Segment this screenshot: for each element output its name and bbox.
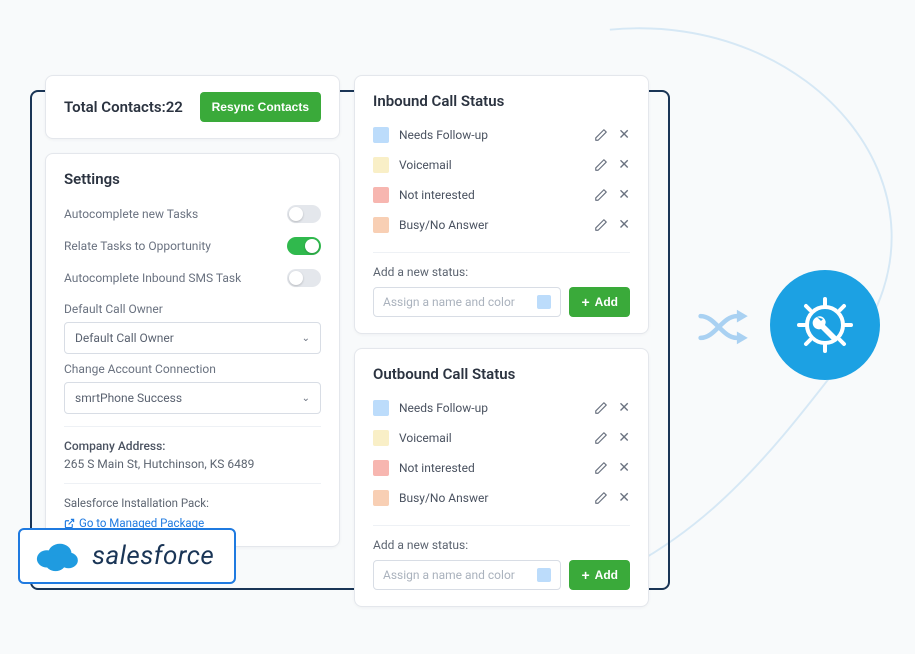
company-address-value: 265 S Main St, Hutchinson, KS 6489 [64, 457, 321, 471]
inbound-title: Inbound Call Status [373, 92, 630, 110]
edit-icon[interactable] [594, 128, 608, 142]
status-label: Busy/No Answer [399, 218, 488, 232]
external-link-icon [64, 518, 75, 529]
outbound-status-row: Needs Follow-up ✕ [373, 393, 630, 423]
gear-badge [770, 270, 880, 380]
setting-toggle-row: Autocomplete new Tasks [64, 198, 321, 230]
delete-icon[interactable]: ✕ [618, 401, 630, 415]
status-label: Busy/No Answer [399, 491, 488, 505]
toggle-switch[interactable] [287, 269, 321, 287]
delete-icon[interactable]: ✕ [618, 218, 630, 232]
color-swatch-icon[interactable] [537, 295, 551, 309]
outbound-add-button[interactable]: + Add [569, 560, 630, 590]
chevron-down-icon: ⌄ [302, 393, 310, 404]
outbound-status-row: Voicemail ✕ [373, 423, 630, 453]
delete-icon[interactable]: ✕ [618, 188, 630, 202]
inbound-add-label: Add a new status: [373, 265, 630, 279]
default-owner-select[interactable]: Default Call Owner ⌄ [64, 322, 321, 354]
status-color-swatch [373, 490, 389, 506]
inbound-add-button[interactable]: + Add [569, 287, 630, 317]
salesforce-cloud-icon [34, 540, 80, 572]
outbound-title: Outbound Call Status [373, 365, 630, 383]
setting-label: Relate Tasks to Opportunity [64, 239, 211, 253]
setting-label: Autocomplete new Tasks [64, 207, 198, 221]
status-color-swatch [373, 430, 389, 446]
edit-icon[interactable] [594, 491, 608, 505]
status-label: Voicemail [399, 431, 452, 445]
status-label: Needs Follow-up [399, 128, 488, 142]
sync-shuffle-icon [697, 305, 755, 349]
delete-icon[interactable]: ✕ [618, 431, 630, 445]
edit-icon[interactable] [594, 158, 608, 172]
settings-title: Settings [64, 170, 321, 188]
plus-icon: + [581, 295, 589, 309]
chevron-down-icon: ⌄ [302, 333, 310, 344]
toggle-switch[interactable] [287, 205, 321, 223]
edit-icon[interactable] [594, 461, 608, 475]
outbound-add-label: Add a new status: [373, 538, 630, 552]
divider [64, 483, 321, 484]
company-address-label: Company Address: [64, 439, 321, 453]
status-color-swatch [373, 157, 389, 173]
status-label: Voicemail [399, 158, 452, 172]
setting-label: Autocomplete Inbound SMS Task [64, 271, 241, 285]
toggle-switch[interactable] [287, 237, 321, 255]
default-owner-label: Default Call Owner [64, 302, 321, 316]
outbound-status-row: Not interested ✕ [373, 453, 630, 483]
resync-contacts-button[interactable]: Resync Contacts [200, 92, 321, 122]
inbound-status-row: Busy/No Answer ✕ [373, 210, 630, 240]
status-label: Not interested [399, 188, 475, 202]
delete-icon[interactable]: ✕ [618, 461, 630, 475]
status-color-swatch [373, 400, 389, 416]
install-pack-label: Salesforce Installation Pack: [64, 496, 209, 510]
delete-icon[interactable]: ✕ [618, 491, 630, 505]
gear-wrench-icon [793, 293, 857, 357]
account-connection-label: Change Account Connection [64, 362, 321, 376]
divider [373, 252, 630, 253]
total-contacts-label: Total Contacts:22 [64, 98, 183, 116]
contacts-card: Total Contacts:22 Resync Contacts [45, 75, 340, 139]
edit-icon[interactable] [594, 401, 608, 415]
divider [373, 525, 630, 526]
outbound-status-row: Busy/No Answer ✕ [373, 483, 630, 513]
setting-toggle-row: Autocomplete Inbound SMS Task [64, 262, 321, 294]
status-color-swatch [373, 217, 389, 233]
outbound-add-input[interactable]: Assign a name and color [373, 560, 561, 590]
account-connection-select[interactable]: smrtPhone Success ⌄ [64, 382, 321, 414]
inbound-status-card: Inbound Call Status Needs Follow-up ✕ Vo… [354, 75, 649, 334]
delete-icon[interactable]: ✕ [618, 128, 630, 142]
inbound-add-input[interactable]: Assign a name and color [373, 287, 561, 317]
salesforce-text: salesforce [92, 541, 214, 571]
edit-icon[interactable] [594, 431, 608, 445]
outbound-status-card: Outbound Call Status Needs Follow-up ✕ V… [354, 348, 649, 607]
inbound-status-row: Not interested ✕ [373, 180, 630, 210]
setting-toggle-row: Relate Tasks to Opportunity [64, 230, 321, 262]
status-label: Not interested [399, 461, 475, 475]
edit-icon[interactable] [594, 188, 608, 202]
color-swatch-icon[interactable] [537, 568, 551, 582]
settings-card: Settings Autocomplete new Tasks Relate T… [45, 153, 340, 547]
delete-icon[interactable]: ✕ [618, 158, 630, 172]
status-color-swatch [373, 127, 389, 143]
edit-icon[interactable] [594, 218, 608, 232]
status-label: Needs Follow-up [399, 401, 488, 415]
plus-icon: + [581, 568, 589, 582]
inbound-status-row: Voicemail ✕ [373, 150, 630, 180]
divider [64, 426, 321, 427]
salesforce-badge: salesforce [18, 528, 236, 584]
status-color-swatch [373, 460, 389, 476]
status-color-swatch [373, 187, 389, 203]
inbound-status-row: Needs Follow-up ✕ [373, 120, 630, 150]
